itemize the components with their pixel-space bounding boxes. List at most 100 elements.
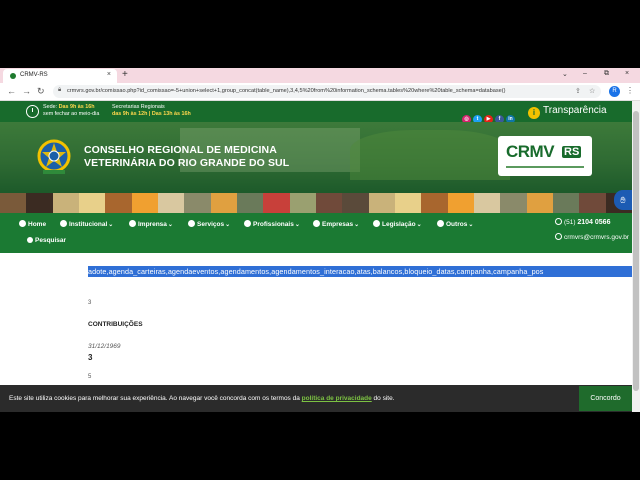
logo-underline <box>506 166 584 168</box>
logo-main-text: CRMV <box>506 142 555 161</box>
maximize-button[interactable]: ⧉ <box>604 70 609 78</box>
reload-icon[interactable]: ↻ <box>37 86 45 97</box>
logo-suffix-text: RS <box>562 146 582 158</box>
nav-servicos[interactable]: Serviços⌄ <box>188 220 230 228</box>
email-address: crmvrs@crmvrs.gov.br <box>564 234 629 241</box>
brazil-coat-of-arms-icon <box>37 139 71 174</box>
browser-window: CRMV-RS × + ⌄ – ⧉ × ← → ↻ 🔒︎ crmvrs.gov.… <box>0 68 640 412</box>
phone-number: 2104 0566 <box>577 219 611 226</box>
profile-avatar[interactable]: R <box>609 86 620 97</box>
chevron-down-icon: ⌄ <box>416 222 422 228</box>
site-top-bar: Sede: Das 9h às 16h sem fechar ao meio-d… <box>0 101 632 124</box>
main-navigation: Home Institucional⌄ Imprensa⌄ Serviços⌄ … <box>0 213 632 253</box>
hours-regional-label: Secretarias Regionais <box>112 104 165 110</box>
tab-search-icon[interactable]: ⌄ <box>562 70 568 78</box>
url-text[interactable]: crmvrs.gov.br/comissao.php?id_comissao=-… <box>67 88 572 94</box>
privacy-policy-link[interactable]: política de privacidade <box>302 395 372 402</box>
nav-institucional[interactable]: Institucional⌄ <box>60 220 113 228</box>
contact-phone[interactable]: (51) 2104 0566 <box>555 218 610 226</box>
nav-outros[interactable]: Outros⌄ <box>437 220 473 228</box>
org-name-line1: CONSELHO REGIONAL DE MEDICINA <box>84 144 277 156</box>
phone-prefix: (51) <box>564 219 576 226</box>
org-name-line2: VETERINÁRIA DO RIO GRANDE DO SUL <box>84 157 290 169</box>
nav-home[interactable]: Home <box>19 220 46 228</box>
professionals-icon <box>244 220 251 227</box>
nav-empresas[interactable]: Empresas⌄ <box>313 220 359 228</box>
chevron-down-icon: ⌄ <box>294 222 300 228</box>
selected-table-list-text[interactable]: adote,agenda_carteiras,agendaeventos,age… <box>88 266 632 277</box>
bookmark-star-icon[interactable]: ☆ <box>589 87 595 95</box>
services-icon <box>188 220 195 227</box>
organization-name: CONSELHO REGIONAL DE MEDICINA VETERINÁRI… <box>84 144 289 170</box>
clock-icon <box>26 105 39 118</box>
close-window-button[interactable]: × <box>625 70 629 77</box>
favicon-icon <box>10 73 16 79</box>
close-tab-icon[interactable]: × <box>107 71 111 78</box>
nav-legislacao-label: Legislação <box>382 221 416 228</box>
legislation-icon <box>373 220 380 227</box>
tab-bar: CRMV-RS × + ⌄ – ⧉ × <box>0 68 640 83</box>
press-icon <box>129 220 136 227</box>
accept-cookies-button[interactable]: Concordo <box>579 386 632 411</box>
more-icon <box>437 220 444 227</box>
nav-imprensa-label: Imprensa <box>138 221 167 228</box>
header-banner: CONSELHO REGIONAL DE MEDICINA VETERINÁRI… <box>0 122 632 193</box>
share-icon[interactable]: ⇪ <box>575 87 581 95</box>
chevron-down-icon: ⌄ <box>108 222 114 228</box>
lock-icon[interactable]: 🔒︎ <box>58 87 61 94</box>
chevron-down-icon: ⌄ <box>225 222 231 228</box>
institution-icon <box>60 220 67 227</box>
minimize-button[interactable]: – <box>583 70 587 77</box>
transparency-link[interactable]: i Transparência <box>528 105 607 119</box>
content-value-small-1: 3 <box>88 300 92 306</box>
crmvrs-logo[interactable]: CRMV RS <box>498 136 592 176</box>
nav-outros-label: Outros <box>446 221 468 228</box>
transparency-label: Transparência <box>543 105 607 116</box>
animal-photo-strip <box>0 193 632 213</box>
cookie-message-after: do site. <box>373 395 395 402</box>
content-value-small-2: 5 <box>88 374 92 380</box>
cookie-consent-bar: Este site utiliza cookies para melhorar … <box>0 385 632 412</box>
browser-menu-icon[interactable]: ⋮ <box>626 86 634 95</box>
tab-title: CRMV-RS <box>20 72 48 78</box>
scrollbar-thumb[interactable] <box>633 111 639 391</box>
browser-toolbar: ← → ↻ 🔒︎ crmvrs.gov.br/comissao.php?id_c… <box>0 83 640 101</box>
hours-main: Sede: Das 9h às 16h sem fechar ao meio-d… <box>43 104 99 117</box>
hours-regional: Secretarias Regionais das 9h às 12h | Da… <box>112 104 191 117</box>
cookie-message: Este site utiliza cookies para melhorar … <box>9 395 395 402</box>
hours-main-note: sem fechar ao meio-dia <box>43 110 100 117</box>
nav-search-label: Pesquisar <box>35 237 67 244</box>
contact-email[interactable]: crmvrs@crmvrs.gov.br <box>555 233 629 241</box>
chevron-down-icon: ⌄ <box>468 222 474 228</box>
phone-icon <box>555 218 562 225</box>
search-icon <box>27 237 33 243</box>
nav-search[interactable]: Pesquisar <box>27 237 66 244</box>
nav-institucional-label: Institucional <box>69 221 108 228</box>
nav-profissionais-label: Profissionais <box>253 221 294 228</box>
nav-profissionais[interactable]: Profissionais⌄ <box>244 220 300 228</box>
chevron-down-icon: ⌄ <box>167 222 173 228</box>
address-bar[interactable]: 🔒︎ crmvrs.gov.br/comissao.php?id_comissa… <box>53 85 601 98</box>
home-icon <box>19 220 26 227</box>
content-date: 31/12/1969 <box>88 343 121 350</box>
content-heading: CONTRIBUIÇÕES <box>88 321 143 328</box>
nav-legislacao[interactable]: Legislação⌄ <box>373 220 422 228</box>
info-icon: i <box>528 107 540 119</box>
content-number: 3 <box>88 353 93 362</box>
nav-servicos-label: Serviços <box>197 221 225 228</box>
browser-tab[interactable]: CRMV-RS × <box>3 69 117 83</box>
nav-imprensa[interactable]: Imprensa⌄ <box>129 220 173 228</box>
hours-main-value: Das 9h às 16h <box>58 104 95 110</box>
forward-icon[interactable]: → <box>22 86 31 96</box>
companies-icon <box>313 220 320 227</box>
banner-trees-image <box>350 130 510 180</box>
email-icon <box>555 233 562 240</box>
hours-regional-value: das 9h às 12h | Das 13h às 16h <box>112 110 191 117</box>
back-icon[interactable]: ← <box>7 86 16 96</box>
hours-main-label: Sede: <box>43 104 58 110</box>
page-scrollbar[interactable] <box>632 101 640 412</box>
cookie-message-before: Este site utiliza cookies para melhorar … <box>9 395 300 402</box>
chevron-down-icon: ⌄ <box>354 222 360 228</box>
new-tab-button[interactable]: + <box>122 69 128 80</box>
accessibility-hand-icon[interactable]: ✋︎ <box>614 190 632 210</box>
